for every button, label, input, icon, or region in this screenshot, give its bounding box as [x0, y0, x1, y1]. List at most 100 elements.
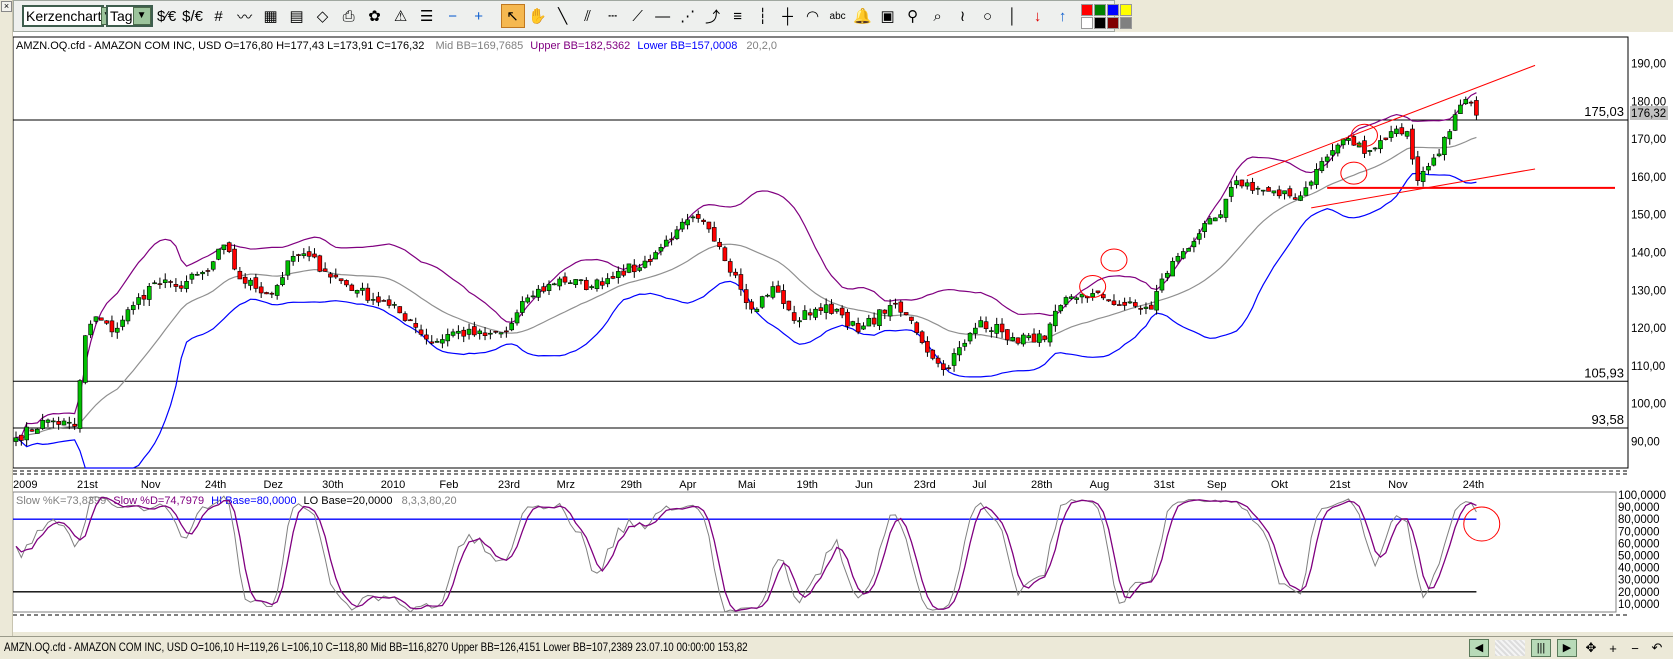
candle-body — [322, 268, 328, 272]
list-indicator-icon[interactable]: ☰ — [415, 4, 439, 28]
candle-body — [237, 270, 243, 280]
stoch-tick-label: 80,0000 — [1618, 514, 1660, 526]
magnifier-icon[interactable]: ⚲ — [901, 4, 925, 28]
close-icon[interactable]: × — [1, 1, 12, 12]
zoom-box-icon[interactable]: ⌕ — [926, 4, 950, 28]
scroll-right-icon[interactable]: ▶ — [1557, 639, 1577, 657]
candle-body — [1010, 337, 1016, 341]
mid-bb-label: Mid BB=169,7685 — [435, 40, 523, 52]
candle-body — [136, 297, 141, 305]
chart-data-icon[interactable]: ▤ — [285, 4, 309, 28]
cursor-icon[interactable]: ↖ — [500, 4, 525, 28]
scroll-track[interactable] — [1495, 640, 1525, 656]
freehand-icon[interactable]: ≀ — [951, 4, 975, 28]
candle-body — [1436, 153, 1442, 157]
regression-icon[interactable]: ⤴ — [701, 4, 725, 28]
candle-body — [658, 247, 664, 252]
zoom-out-icon[interactable]: − — [441, 4, 465, 28]
horizontal-grid-icon[interactable]: ┄ — [601, 4, 625, 28]
candle-body — [978, 320, 984, 328]
color-swatch[interactable] — [1106, 3, 1119, 16]
candle-body — [440, 339, 445, 344]
template-icon[interactable]: ▦ — [259, 4, 283, 28]
candle-body — [1260, 189, 1266, 192]
alarm-indicator-icon[interactable]: ⚠ — [389, 4, 413, 28]
horizontal-line-icon[interactable]: — — [651, 4, 675, 28]
candle-body — [1212, 217, 1218, 222]
chart-area[interactable]: AMZN.OQ.cfd - AMAZON COM INC, USD O=176,… — [12, 32, 1673, 632]
scroll-left-icon[interactable]: ◀ — [1469, 639, 1489, 657]
candle-body — [546, 283, 552, 291]
color-swatch[interactable] — [1080, 16, 1093, 29]
vertical-grid-icon[interactable]: ┆ — [751, 4, 775, 28]
candle-body — [354, 290, 360, 294]
candle-body — [802, 310, 808, 320]
scroll-thumb-icon[interactable]: ||| — [1531, 639, 1551, 657]
color-swatch[interactable] — [1093, 3, 1106, 16]
fan-icon[interactable]: ⟋ — [626, 4, 650, 28]
candle-body — [376, 296, 381, 303]
candle-body — [674, 229, 680, 239]
vertical-line-icon[interactable]: │ — [1001, 4, 1025, 28]
candle-body — [13, 437, 19, 442]
color-swatch[interactable] — [1119, 3, 1132, 16]
date-label: Jul — [972, 479, 986, 491]
gann-fan-icon[interactable]: ⋰ — [676, 4, 700, 28]
candle-body — [77, 380, 83, 429]
reset-icon[interactable]: ↶ — [1649, 640, 1665, 656]
candle-body — [1095, 290, 1101, 293]
candle-body — [1106, 299, 1111, 302]
candle-body — [1463, 99, 1469, 105]
print-icon[interactable]: ⎙ — [337, 4, 361, 28]
color-swatch[interactable] — [1080, 3, 1093, 16]
color-swatch[interactable] — [1119, 16, 1132, 29]
candle-body — [114, 327, 120, 333]
candle-body — [456, 330, 461, 334]
date-label: 23rd — [498, 479, 520, 491]
text-icon[interactable]: abc — [826, 4, 850, 28]
candle-body — [349, 284, 355, 291]
sell-arrow-icon[interactable]: ↓ — [1026, 4, 1050, 28]
color-icon[interactable]: ✿ — [363, 4, 387, 28]
candle-body — [807, 312, 813, 316]
candle-body — [1053, 310, 1058, 327]
candle-body — [493, 331, 499, 333]
indicator-icon[interactable]: 〰 — [233, 4, 257, 28]
zoom-in-icon[interactable]: + — [1605, 641, 1621, 656]
upper-bb-label: Upper BB=182,5362 — [530, 40, 630, 52]
candle-body — [1452, 114, 1458, 131]
chart-svg[interactable]: AMZN.OQ.cfd - AMAZON COM INC, USD O=176,… — [12, 32, 1673, 632]
chart-type-select[interactable]: Kerzenchart ▼ — [22, 5, 114, 27]
chevron-down-icon[interactable]: ▼ — [132, 7, 151, 25]
buy-arrow-icon[interactable]: ↑ — [1051, 4, 1075, 28]
zoom-in-icon[interactable]: + — [467, 4, 491, 28]
toolbar-group-main: $⁄€ $/€ # 〰 ▦ ▤ ◇ ⎙ ✿ ⚠ ☰ − + — [155, 4, 491, 28]
period-select[interactable]: Tag ▼ — [106, 5, 153, 27]
circle-icon[interactable]: ○ — [976, 4, 1000, 28]
date-label: 29th — [621, 479, 642, 491]
candle-body — [882, 309, 888, 314]
currency-dollar-euro-icon[interactable]: $⁄€ — [155, 4, 179, 28]
candle-body — [967, 332, 973, 342]
line-icon[interactable]: ╲ — [551, 4, 575, 28]
crosshair-icon[interactable]: ┼ — [776, 4, 800, 28]
color-swatch[interactable] — [1093, 16, 1106, 29]
grid-icon[interactable]: # — [207, 4, 231, 28]
open-icon[interactable]: ◇ — [311, 4, 335, 28]
color-swatch[interactable] — [1106, 16, 1119, 29]
hand-icon[interactable]: ✋ — [526, 4, 550, 28]
move-icon[interactable]: ✥ — [1583, 640, 1599, 656]
candle-body — [1154, 291, 1159, 311]
candle-body — [642, 260, 648, 268]
candle-body — [568, 282, 573, 285]
candle-body — [951, 353, 957, 366]
bell-icon[interactable]: 🔔 — [851, 4, 875, 28]
zoom-out-icon[interactable]: − — [1627, 641, 1643, 656]
arc-icon[interactable]: ◠ — [801, 4, 825, 28]
calculator-icon[interactable]: ▣ — [876, 4, 900, 28]
candle-body — [216, 248, 221, 260]
fibonacci-icon[interactable]: ≡ — [726, 4, 750, 28]
parallel-lines-icon[interactable]: ⫽ — [576, 4, 600, 28]
currency-convert-icon[interactable]: $/€ — [181, 4, 205, 28]
candle-body — [317, 255, 323, 272]
